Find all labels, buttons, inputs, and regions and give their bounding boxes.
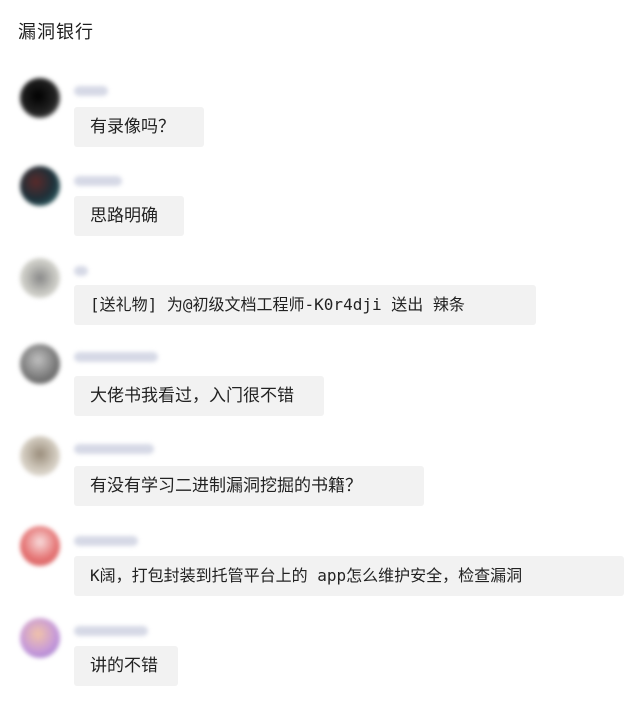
- chat-page: 漏洞银行 有录像吗？ 思路明确 [送礼物] 为@初级文档工程师-K0r4dji …: [0, 0, 640, 703]
- avatar[interactable]: [20, 436, 60, 476]
- username-blurred: [74, 444, 154, 454]
- username-blurred: [74, 86, 108, 96]
- message-bubble: 有录像吗？: [74, 107, 204, 147]
- message-bubble: 大佬书我看过，入门很不错: [74, 376, 324, 416]
- avatar[interactable]: [20, 166, 60, 206]
- username-blurred: [74, 626, 148, 636]
- page-title: 漏洞银行: [18, 22, 94, 43]
- username-blurred: [74, 176, 122, 186]
- message-bubble: 思路明确: [74, 196, 184, 236]
- message-bubble: 讲的不错: [74, 646, 178, 686]
- message-bubble: [送礼物] 为@初级文档工程师-K0r4dji 送出 辣条: [74, 285, 536, 325]
- avatar[interactable]: [20, 618, 60, 658]
- username-blurred: [74, 536, 138, 546]
- avatar[interactable]: [20, 526, 60, 566]
- username-blurred: [74, 352, 158, 362]
- avatar[interactable]: [20, 258, 60, 298]
- avatar[interactable]: [20, 78, 60, 118]
- message-bubble: K阔，打包封装到托管平台上的 app怎么维护安全，检查漏洞: [74, 556, 624, 596]
- message-bubble: 有没有学习二进制漏洞挖掘的书籍？: [74, 466, 424, 506]
- avatar[interactable]: [20, 344, 60, 384]
- username-blurred: [74, 266, 88, 276]
